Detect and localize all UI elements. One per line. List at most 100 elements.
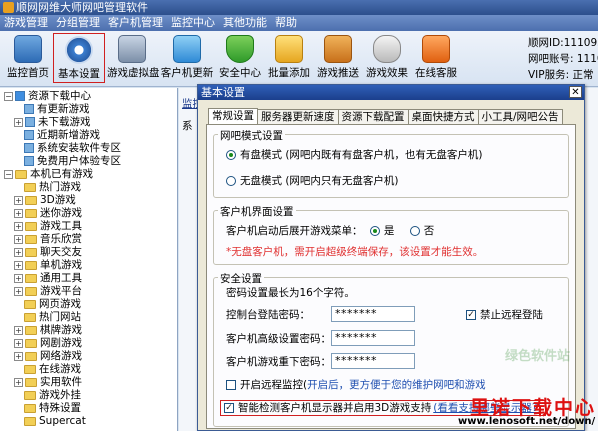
- tree-node-category[interactable]: 网页游戏: [24, 298, 81, 310]
- diskless-mode-option[interactable]: 无盘模式 (网吧内只有无盘客户机): [226, 174, 399, 188]
- folder-icon: [25, 286, 37, 296]
- tree-node-not-downloaded[interactable]: + 未下载游戏: [14, 116, 91, 128]
- tree-node-category[interactable]: + 音乐欣赏: [14, 233, 82, 245]
- tab-tools-announcement[interactable]: 小工具/网吧公告: [477, 109, 563, 125]
- disable-remote-login-checkbox[interactable]: ✓: [466, 310, 476, 320]
- folder-icon: [24, 390, 36, 400]
- tree-node-download-center[interactable]: − 资源下载中心: [4, 90, 91, 102]
- basic-settings-dialog: 基本设置 ✕ 常规设置 服务器更新速度 资源下载配置 桌面快捷方式 小工具/网吧公告 网…: [197, 84, 585, 431]
- tree-node-system-software[interactable]: 系统安装软件专区: [24, 142, 121, 154]
- radio-yes-label: 是: [383, 225, 395, 237]
- account-info: 顺网ID:111095 网吧账号: 1110 VIP服务: 正常: [528, 35, 598, 83]
- radio-yes[interactable]: [369, 226, 380, 236]
- tree-node-category[interactable]: 在线游戏: [24, 363, 81, 375]
- tab-resource-download-config[interactable]: 资源下载配置: [337, 109, 409, 125]
- tree-node-category[interactable]: 游戏外挂: [24, 389, 81, 401]
- expand-icon[interactable]: +: [14, 234, 23, 244]
- tab-desktop-shortcuts[interactable]: 桌面快捷方式: [407, 109, 479, 125]
- expand-icon[interactable]: +: [14, 195, 23, 205]
- client-redownload-password-input[interactable]: *******: [331, 353, 415, 369]
- file-icon: [25, 117, 35, 127]
- tree-node-category[interactable]: 热门游戏: [24, 181, 81, 193]
- tree-node-category[interactable]: + 网络游戏: [14, 350, 82, 362]
- close-icon[interactable]: ✕: [569, 86, 582, 98]
- toolbar-client-update-button[interactable]: 客户机更新: [160, 33, 214, 83]
- tree-node-category[interactable]: + 游戏平台: [14, 285, 82, 297]
- menu-other-functions[interactable]: 其他功能: [219, 15, 271, 31]
- folder-icon: [25, 195, 37, 205]
- file-icon: [24, 104, 34, 114]
- client-advanced-password-label: 客户机高级设置密码：: [226, 333, 331, 345]
- toolbar-label: 监控首页: [7, 67, 49, 79]
- toolbar-label: 客户机更新: [160, 67, 214, 79]
- toolbar-game-effect-button[interactable]: 游戏效果: [363, 33, 411, 83]
- radio-disk-mode[interactable]: [226, 150, 236, 160]
- tree-node-category[interactable]: 特殊设置: [24, 402, 81, 414]
- expand-icon[interactable]: +: [14, 208, 23, 218]
- radio-diskless-mode[interactable]: [226, 176, 236, 186]
- toolbar-basic-settings-button[interactable]: 基本设置: [53, 33, 105, 83]
- toolbar-game-push-button[interactable]: 游戏推送: [314, 33, 362, 83]
- menu-client-management[interactable]: 客户机管理: [104, 15, 167, 31]
- tree-node-category[interactable]: + 通用工具: [14, 272, 82, 284]
- tree-node-updated-games[interactable]: 有更新游戏: [24, 103, 90, 115]
- gear-icon: [65, 36, 93, 64]
- toolbar-label: 基本设置: [58, 68, 100, 80]
- expand-icon[interactable]: +: [14, 325, 23, 335]
- tree-node-category[interactable]: + 单机游戏: [14, 259, 82, 271]
- tree-node-category[interactable]: Supercat: [24, 415, 86, 427]
- tree-node-category[interactable]: + 网剧游戏: [14, 337, 82, 349]
- toolbar-online-support-button[interactable]: 在线客服: [412, 33, 460, 83]
- tree-node-category[interactable]: + 聊天交友: [14, 246, 82, 258]
- expand-icon[interactable]: +: [14, 273, 23, 283]
- tree-node-local-games[interactable]: − 本机已有游戏: [4, 168, 93, 180]
- expand-icon[interactable]: +: [14, 338, 23, 348]
- dialog-title-bar[interactable]: 基本设置 ✕: [198, 85, 584, 100]
- tree-node-free-trial[interactable]: 免费用户体验专区: [24, 155, 121, 167]
- collapse-icon[interactable]: −: [4, 169, 13, 179]
- menu-help[interactable]: 帮助: [271, 15, 301, 31]
- shield-icon: [226, 35, 254, 63]
- toolbar-game-virtual-disk-button[interactable]: 游戏虚拟盘: [107, 33, 160, 83]
- expand-icon[interactable]: +: [14, 117, 23, 127]
- collapse-icon[interactable]: −: [4, 91, 13, 101]
- remote-monitor-option[interactable]: 开启远程监控(开启后，更方便于您的维护网吧和游戏: [226, 378, 486, 392]
- tree-node-recent-games[interactable]: 近期新增游戏: [24, 129, 100, 141]
- toolbar-batch-add-button[interactable]: 批量添加: [265, 33, 313, 83]
- disk-mode-option[interactable]: 有盘模式 (网吧内既有有盘客户机，也有无盘客户机): [226, 148, 483, 162]
- menu-game-management[interactable]: 游戏管理: [0, 15, 52, 31]
- tree-node-category[interactable]: +3D游戏: [14, 194, 76, 206]
- smart-detect-checkbox[interactable]: ✓: [224, 403, 234, 413]
- tree-node-category[interactable]: + 游戏工具: [14, 220, 82, 232]
- expand-icon[interactable]: +: [14, 221, 23, 231]
- expand-icon[interactable]: +: [14, 351, 23, 361]
- tree-node-category[interactable]: + 棋牌游戏: [14, 324, 82, 336]
- folder-icon: [25, 208, 37, 218]
- disable-remote-login-option[interactable]: ✓ 禁止远程登陆: [466, 308, 543, 322]
- group-legend: 网吧模式设置: [218, 128, 285, 143]
- tree-node-category[interactable]: 热门网站: [24, 311, 81, 323]
- file-icon: [24, 156, 34, 166]
- menu-group-management[interactable]: 分组管理: [52, 15, 104, 31]
- group-legend: 客户机界面设置: [218, 204, 296, 219]
- tree-node-category[interactable]: + 迷你游戏: [14, 207, 82, 219]
- toolbar-monitor-home-button[interactable]: 监控首页: [4, 33, 52, 83]
- console-password-input[interactable]: *******: [331, 306, 415, 322]
- folder-icon: [24, 364, 36, 374]
- toolbar-label: 安全中心: [219, 67, 261, 79]
- client-advanced-password-input[interactable]: *******: [331, 330, 415, 346]
- folder-icon: [25, 351, 37, 361]
- expand-icon[interactable]: +: [14, 260, 23, 270]
- tree-node-category[interactable]: + 实用软件: [14, 376, 82, 388]
- tab-general-settings[interactable]: 常规设置: [208, 108, 258, 125]
- expand-icon[interactable]: +: [14, 286, 23, 296]
- remote-monitor-checkbox[interactable]: [226, 380, 236, 390]
- expand-icon[interactable]: +: [14, 247, 23, 257]
- expand-icon[interactable]: +: [14, 377, 23, 387]
- toolbar-security-center-button[interactable]: 安全中心: [217, 33, 263, 83]
- menu-monitor-center[interactable]: 监控中心: [167, 15, 219, 31]
- radio-no[interactable]: [409, 226, 420, 236]
- tab-server-update-speed[interactable]: 服务器更新速度: [257, 109, 339, 125]
- resource-tree[interactable]: − 资源下载中心 有更新游戏 + 未下载游戏 近期新增游戏 系统安装软件专区 免费用…: [0, 88, 178, 431]
- dialog-title: 基本设置: [201, 86, 245, 99]
